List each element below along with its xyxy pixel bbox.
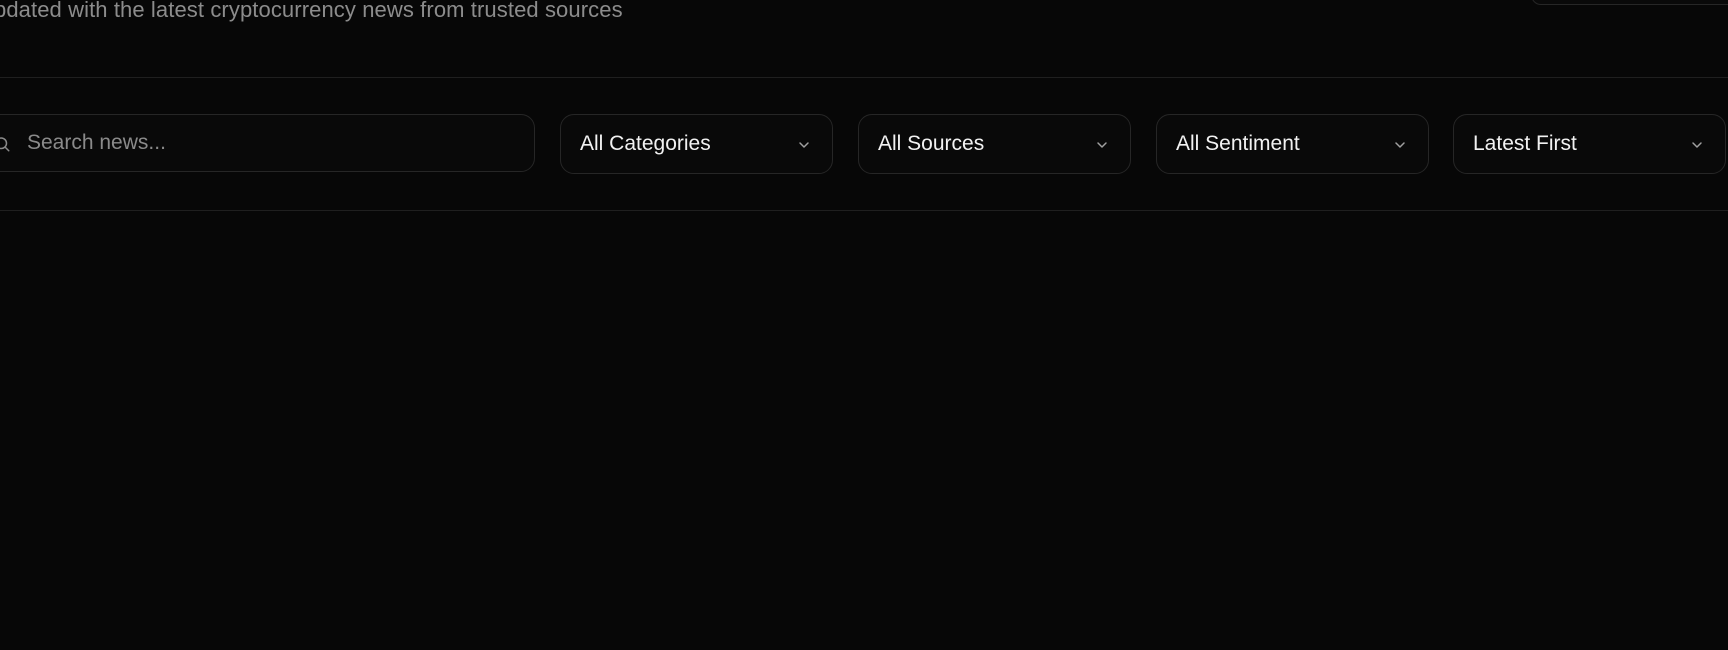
header-action-button[interactable] (1531, 0, 1728, 5)
filter-bar: All Categories All Sources All Sentiment… (0, 114, 1728, 174)
sentiment-select-value: All Sentiment (1176, 132, 1300, 155)
chevron-down-icon (1692, 142, 1702, 148)
search-input[interactable] (27, 115, 517, 171)
chevron-down-icon (1097, 142, 1107, 148)
sort-select[interactable]: Latest First (1453, 114, 1726, 174)
category-select[interactable]: All Categories (560, 114, 833, 174)
chevron-down-icon (1395, 142, 1405, 148)
search-icon (0, 137, 10, 152)
search-box[interactable] (0, 114, 535, 172)
source-select-value: All Sources (878, 132, 985, 155)
source-select[interactable]: All Sources (858, 114, 1131, 174)
news-page: pdated with the latest cryptocurrency ne… (0, 0, 1728, 650)
news-list (0, 211, 1728, 650)
chevron-down-icon (799, 142, 809, 148)
header-divider (0, 77, 1728, 78)
category-select-value: All Categories (580, 132, 711, 155)
sort-select-value: Latest First (1473, 132, 1577, 155)
page-subtitle: pdated with the latest cryptocurrency ne… (0, 0, 623, 22)
sentiment-select[interactable]: All Sentiment (1156, 114, 1429, 174)
